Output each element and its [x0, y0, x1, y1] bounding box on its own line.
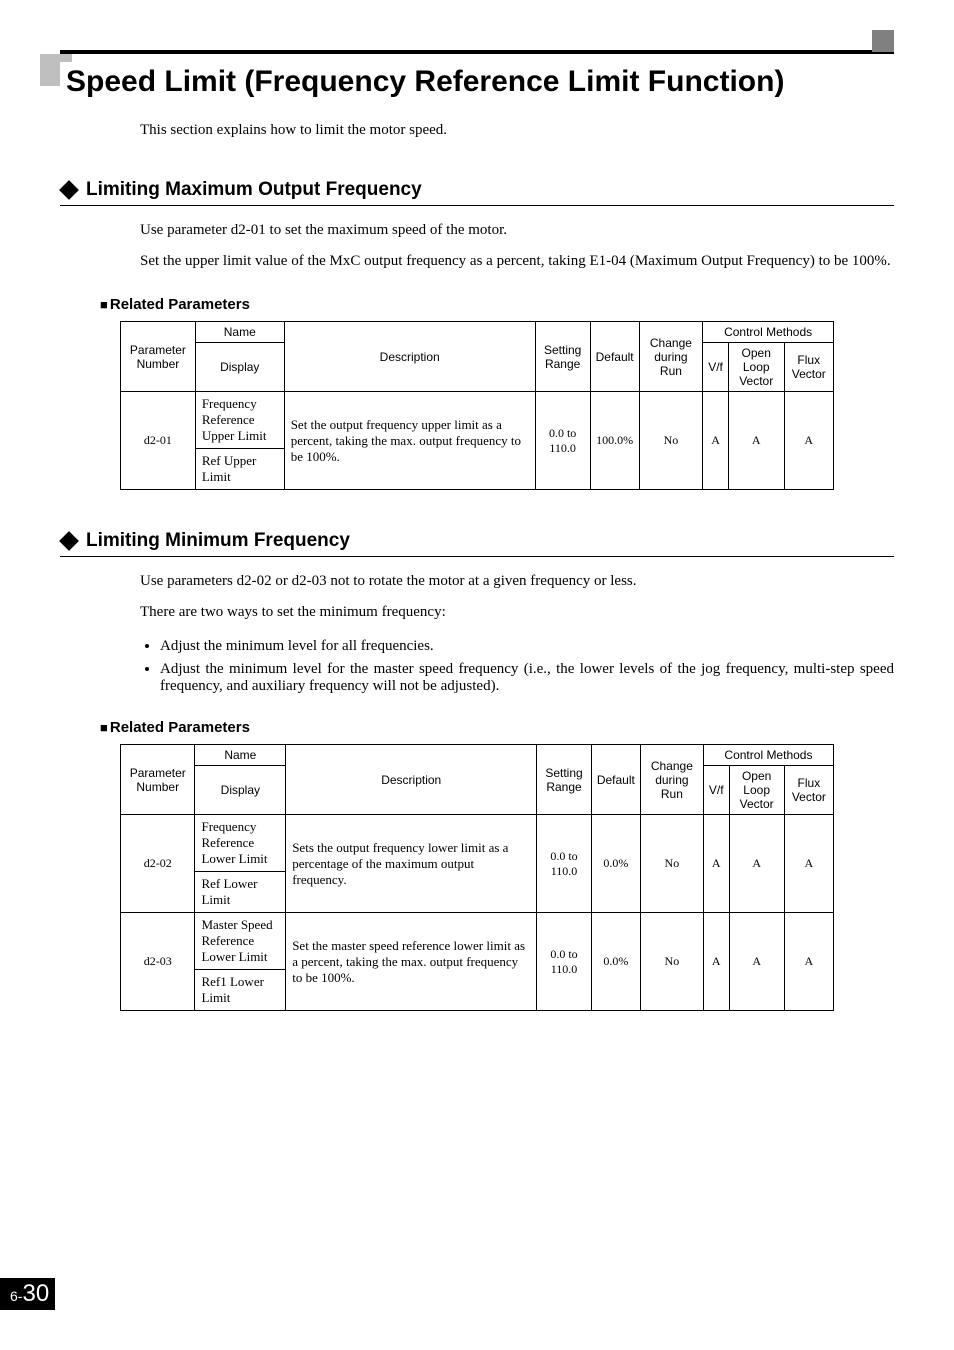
page-val: 30: [22, 1280, 49, 1307]
table-row: d2-03 Master Speed Reference Lower Limit…: [121, 913, 834, 970]
cell-default: 0.0%: [591, 815, 640, 913]
th-flux: Flux Vector: [784, 766, 833, 815]
th-olv: Open Loop Vector: [728, 343, 784, 392]
th-display: Display: [195, 766, 286, 815]
cell-param: d2-02: [121, 815, 195, 913]
cell-display: Ref Upper Limit: [195, 449, 284, 490]
intro-text: This section explains how to limit the m…: [140, 122, 894, 139]
th-display: Display: [195, 343, 284, 392]
square-icon: ■: [100, 720, 108, 735]
th-setting-range: Setting Range: [535, 322, 590, 392]
param-table-1: Parameter Number Name Description Settin…: [120, 321, 834, 490]
cell-change: No: [640, 913, 703, 1011]
cell-flux: A: [784, 392, 833, 490]
cell-param: d2-01: [121, 392, 196, 490]
th-control-methods: Control Methods: [703, 322, 834, 343]
param-table-2: Parameter Number Name Description Settin…: [120, 744, 834, 1011]
th-olv: Open Loop Vector: [729, 766, 784, 815]
th-name: Name: [195, 322, 284, 343]
cell-name: Frequency Reference Upper Limit: [195, 392, 284, 449]
section-2-heading: Limiting Minimum Frequency: [86, 530, 350, 552]
top-rule: [60, 50, 894, 54]
th-param-num: Parameter Number: [121, 322, 196, 392]
cell-desc: Sets the output frequency lower limit as…: [286, 815, 537, 913]
bullet-list: Adjust the minimum level for all frequen…: [140, 638, 894, 695]
th-description: Description: [284, 322, 535, 392]
cell-desc: Set the master speed reference lower lim…: [286, 913, 537, 1011]
diamond-icon: [59, 180, 79, 200]
related-params-1-heading: ■Related Parameters: [100, 296, 894, 313]
related-label-1: Related Parameters: [110, 296, 250, 313]
list-item: Adjust the minimum level for the master …: [160, 661, 894, 695]
page-number: 6-30: [0, 1278, 55, 1310]
square-icon: ■: [100, 297, 108, 312]
table-header-row: Parameter Number Name Description Settin…: [121, 322, 834, 343]
section-1-heading: Limiting Maximum Output Frequency: [86, 179, 422, 201]
th-name: Name: [195, 745, 286, 766]
cell-display: Ref1 Lower Limit: [195, 970, 286, 1011]
section-2-p1: Use parameters d2-02 or d2-03 not to rot…: [140, 571, 894, 592]
th-setting-range: Setting Range: [537, 745, 592, 815]
th-flux: Flux Vector: [784, 343, 833, 392]
table-row: d2-02 Frequency Reference Lower Limit Se…: [121, 815, 834, 872]
cell-olv: A: [729, 815, 784, 913]
cell-name: Frequency Reference Lower Limit: [195, 815, 286, 872]
cell-range: 0.0 to 110.0: [537, 815, 592, 913]
th-param-num: Parameter Number: [121, 745, 195, 815]
cell-param: d2-03: [121, 913, 195, 1011]
th-description: Description: [286, 745, 537, 815]
cell-olv: A: [729, 913, 784, 1011]
cell-olv: A: [728, 392, 784, 490]
cell-desc: Set the output frequency upper limit as …: [284, 392, 535, 490]
th-vf: V/f: [703, 766, 729, 815]
th-control-methods: Control Methods: [703, 745, 833, 766]
cell-flux: A: [784, 913, 833, 1011]
section-1-p1: Use parameter d2-01 to set the maximum s…: [140, 220, 894, 241]
th-change: Change during Run: [639, 322, 703, 392]
cell-change: No: [639, 392, 703, 490]
chapter-num: 6: [10, 1288, 18, 1304]
cell-vf: A: [703, 815, 729, 913]
cell-name: Master Speed Reference Lower Limit: [195, 913, 286, 970]
cell-range: 0.0 to 110.0: [535, 392, 590, 490]
cell-display: Ref Lower Limit: [195, 872, 286, 913]
cell-default: 0.0%: [591, 913, 640, 1011]
list-item: Adjust the minimum level for all frequen…: [160, 638, 894, 655]
related-label-2: Related Parameters: [110, 719, 250, 736]
th-default: Default: [590, 322, 639, 392]
cell-default: 100.0%: [590, 392, 639, 490]
section-2-header-row: Limiting Minimum Frequency: [60, 530, 894, 557]
corner-marker: [872, 30, 894, 52]
section-1-header-row: Limiting Maximum Output Frequency: [60, 179, 894, 206]
diamond-icon: [59, 531, 79, 551]
cell-vf: A: [703, 913, 729, 1011]
related-params-2-heading: ■Related Parameters: [100, 719, 894, 736]
table-header-row: Parameter Number Name Description Settin…: [121, 745, 834, 766]
cell-flux: A: [784, 815, 833, 913]
th-default: Default: [591, 745, 640, 815]
page-title: Speed Limit (Frequency Reference Limit F…: [60, 62, 790, 102]
cell-range: 0.0 to 110.0: [537, 913, 592, 1011]
title-block: Speed Limit (Frequency Reference Limit F…: [60, 62, 894, 102]
section-1-p2: Set the upper limit value of the MxC out…: [140, 251, 894, 272]
table-row: d2-01 Frequency Reference Upper Limit Se…: [121, 392, 834, 449]
section-2-p2: There are two ways to set the minimum fr…: [140, 602, 894, 623]
th-vf: V/f: [703, 343, 729, 392]
cell-change: No: [640, 815, 703, 913]
cell-vf: A: [703, 392, 729, 490]
th-change: Change during Run: [640, 745, 703, 815]
